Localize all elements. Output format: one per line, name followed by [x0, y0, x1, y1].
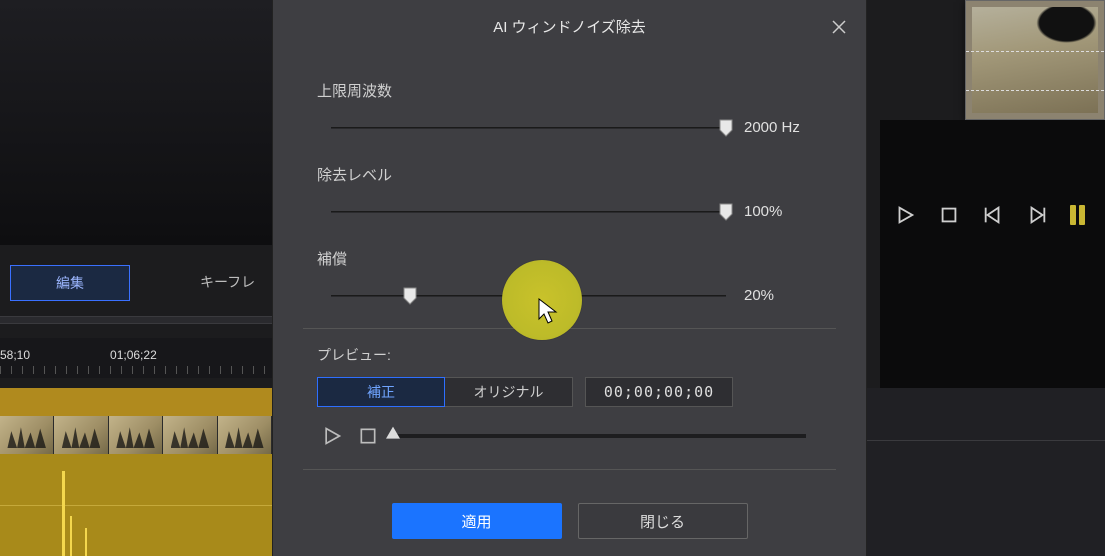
removal-level-value: 100%	[744, 203, 826, 220]
transport-controls	[865, 195, 1105, 235]
slider-thumb[interactable]	[719, 203, 733, 221]
close-button-label: 閉じる	[640, 511, 685, 532]
preview-timecode-value: 00;00;00;00	[604, 383, 714, 401]
bg-monitor-area	[0, 0, 272, 245]
preview-thumbnail	[965, 0, 1105, 120]
edit-button[interactable]: 編集	[10, 265, 130, 301]
upper-freq-value: 2000 Hz	[744, 119, 826, 136]
clip-thumbnails	[0, 416, 272, 454]
apply-button-label: 適用	[461, 511, 491, 532]
bg-divider	[0, 316, 272, 324]
vu-meter-icon	[1070, 205, 1085, 225]
apply-button[interactable]: 適用	[392, 503, 562, 539]
cursor-arrow-icon	[538, 298, 558, 324]
dialog-title: AI ウィンドノイズ除去	[493, 16, 646, 37]
play-icon[interactable]	[894, 204, 916, 226]
audio-clip-band[interactable]	[0, 454, 272, 556]
toggle-original[interactable]: オリジナル	[445, 377, 573, 407]
removal-level-slider[interactable]	[331, 204, 726, 220]
stop-icon[interactable]	[938, 204, 960, 226]
compensation-value: 20%	[744, 287, 826, 304]
divider	[303, 469, 836, 470]
keyframe-tab-label[interactable]: キーフレ	[200, 272, 255, 292]
toggle-original-label: オリジナル	[474, 382, 544, 402]
slider-thumb[interactable]	[719, 119, 733, 137]
tracks-right	[865, 388, 1105, 556]
preview-toggle-group: 補正 オリジナル	[317, 377, 573, 407]
upper-freq-slider[interactable]	[331, 120, 726, 136]
toggle-corrected-label: 補正	[367, 382, 395, 402]
slider-thumb[interactable]	[403, 287, 417, 305]
prev-frame-icon[interactable]	[982, 204, 1004, 226]
removal-level-label: 除去レベル	[317, 164, 836, 185]
dialog-header: AI ウィンドノイズ除去	[273, 0, 866, 52]
preview-scrubber[interactable]	[393, 434, 806, 438]
preview-label: プレビュー:	[317, 345, 836, 365]
close-icon[interactable]	[826, 14, 852, 40]
upper-freq-label: 上限周波数	[317, 80, 836, 101]
close-button[interactable]: 閉じる	[578, 503, 748, 539]
compensation-label: 補償	[317, 248, 836, 269]
video-clip-band[interactable]	[0, 388, 272, 418]
timeline-ruler-right[interactable]: 58;10 01;06;22	[0, 338, 240, 378]
edit-button-label: 編集	[56, 273, 84, 293]
next-frame-icon[interactable]	[1026, 204, 1048, 226]
preview-timecode[interactable]: 00;00;00;00	[585, 377, 733, 407]
scrubber-head-icon[interactable]	[386, 427, 400, 444]
preview-stop-icon[interactable]	[357, 425, 379, 447]
dialog-footer: 適用 閉じる	[273, 486, 866, 556]
toggle-corrected[interactable]: 補正	[317, 377, 445, 407]
preview-play-icon[interactable]	[321, 425, 343, 447]
